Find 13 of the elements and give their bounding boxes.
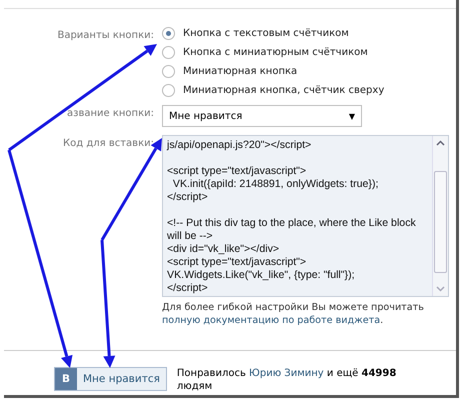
radio-label[interactable]: Миниатюрная кнопка, счётчик сверху bbox=[183, 85, 384, 96]
field-label: азвание кнопки: bbox=[66, 107, 154, 119]
dropdown[interactable]: Мне нравится ▼ bbox=[162, 105, 362, 127]
radio-label[interactable]: Кнопка с текстовым счётчиком bbox=[183, 28, 349, 39]
field-label: Варианты кнопки: bbox=[56, 29, 154, 41]
user-link[interactable]: Юрию Зимину bbox=[249, 368, 324, 379]
like-button[interactable]: В Мне нравится bbox=[54, 367, 167, 391]
field-label: Код для вставки: bbox=[62, 137, 154, 149]
likes-text: Понравилось Юрию Зимину и ещё 44998 людям bbox=[176, 367, 398, 393]
help-text: Для более гибкой настройки Вы можете прочитать полную документацию по работе виджета. bbox=[162, 301, 425, 327]
radio-label[interactable]: Кнопка с миниатюрным счётчиком bbox=[183, 47, 368, 58]
documentation-link[interactable]: полную документацию по работе виджета bbox=[162, 315, 380, 326]
radio-label[interactable]: Миниатюрная кнопка bbox=[183, 66, 298, 77]
